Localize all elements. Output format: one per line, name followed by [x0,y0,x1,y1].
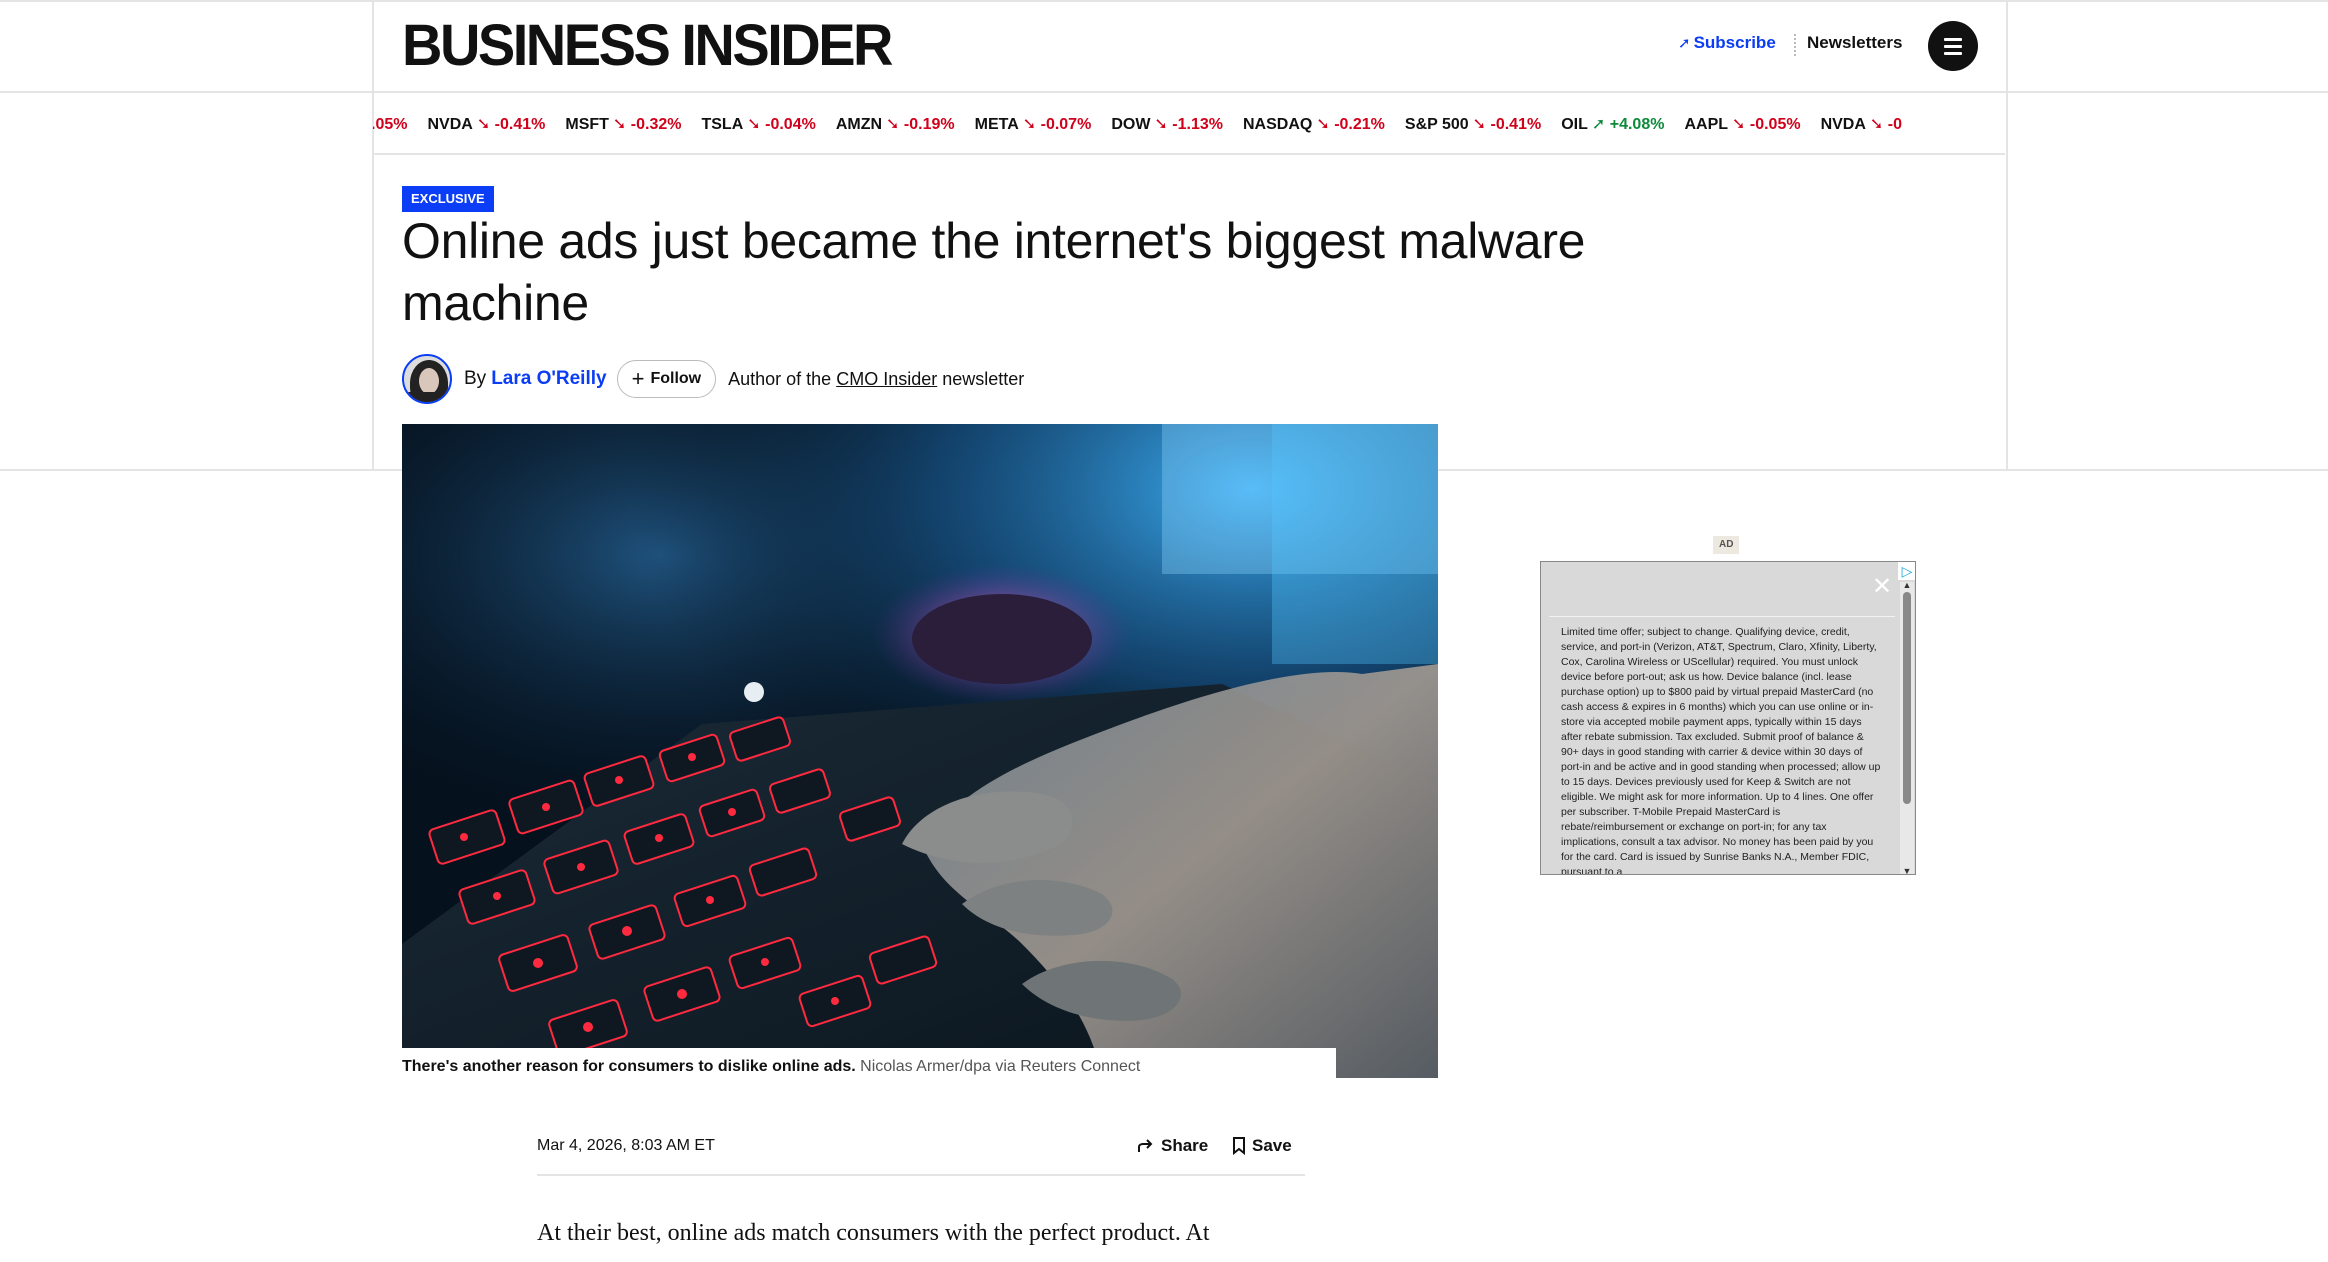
ticker-symbol: DOW [1111,116,1151,133]
ticker-item[interactable]: OIL ➚ +4.08% [1561,114,1664,134]
publish-date: Mar 4, 2026, 8:03 AM ET [537,1137,715,1154]
close-icon[interactable]: ✕ [1869,574,1895,600]
newsletters-link[interactable]: Newsletters [1807,33,1902,53]
ticker-symbol: S&P 500 [1404,116,1469,133]
ticker-item[interactable]: NVDA ➘ -0.41% [427,114,545,134]
author-desc-suffix: newsletter [942,368,1025,389]
arrow-down-icon: ➘ [1154,116,1173,133]
ticker-item[interactable]: .05% [373,116,407,134]
ticker-symbol: MSFT [565,116,609,133]
ticker-change: -0.41% [494,116,546,133]
ticker-change: -0.05% [1749,116,1801,133]
scroll-thumb[interactable] [1903,592,1911,804]
exclusive-badge: EXCLUSIVE [402,186,494,212]
arrow-down-icon: ➘ [1316,116,1335,133]
arrow-up-right-icon: ➚ [1678,35,1691,52]
arrow-down-icon: ➘ [1869,116,1888,133]
caption-text: There's another reason for consumers to … [402,1058,856,1075]
article-body-first-line: At their best, online ads match consumer… [537,1220,1210,1246]
subscribe-link[interactable]: ➚ Subscribe [1678,33,1776,53]
menu-button[interactable] [1928,21,1978,71]
ticker-symbol: OIL [1561,116,1588,133]
ad-unit[interactable]: ✕ ▷ Limited time offer; subject to chang… [1540,561,1916,875]
meta-divider [537,1174,1305,1176]
photo-credit: Nicolas Armer/dpa via Reuters Connect [860,1058,1141,1075]
author-description: Author of the CMO Insider newsletter [728,369,1024,390]
avatar-face [419,368,439,394]
ticker-symbol: AMZN [835,116,883,133]
bookmark-icon [1233,1137,1245,1155]
arrow-down-icon: ➘ [1022,116,1041,133]
scroll-up-icon[interactable]: ▲ [1902,580,1912,590]
ad-scrollbar[interactable]: ▲ ▼ [1900,580,1914,874]
ticker-item[interactable]: MSFT ➘ -0.32% [565,114,681,134]
arrow-down-icon: ➘ [612,116,631,133]
byline-by: By [464,368,487,389]
share-label: Share [1161,1136,1209,1155]
ticker-symbol: AAPL [1684,116,1729,133]
ad-choices-icon[interactable]: ▷ [1898,562,1915,580]
ticker-change: -0.19% [903,116,955,133]
ticker-change: .05% [373,116,408,133]
ticker-item[interactable]: NASDAQ ➘ -0.21% [1243,114,1385,134]
follow-label: Follow [650,370,702,387]
ticker-symbol: TSLA [701,116,744,133]
arrow-down-icon: ➘ [747,116,766,133]
arrow-down-icon: ➘ [1472,116,1491,133]
plus-icon: + [631,366,645,391]
ticker-item[interactable]: DOW ➘ -1.13% [1111,114,1223,134]
ad-fine-print: Limited time offer; subject to change. Q… [1549,616,1895,874]
arrow-down-icon: ➘ [886,116,904,133]
ticker-symbol: META [974,116,1019,133]
layout-divider-left [372,0,374,470]
ticker-change: -0 [1887,116,1903,133]
ticker-symbol: NVDA [427,116,473,133]
author-avatar[interactable] [402,354,452,404]
avatar-shoulders [404,392,450,402]
hamburger-menu-icon-line [1944,44,1962,48]
share-icon [1138,1139,1153,1152]
arrow-down-icon: ➘ [1732,116,1750,133]
follow-author-button[interactable]: + Follow [616,360,717,398]
ticker-change: -0.07% [1040,116,1092,133]
ticker-change: -0.41% [1490,116,1542,133]
save-button[interactable]: Save [1232,1136,1292,1156]
header-separator [1794,34,1796,56]
hamburger-menu-icon [1944,37,1962,41]
author-name-link[interactable]: Lara O'Reilly [491,368,606,390]
ticker-item[interactable]: AMZN ➘ -0.19% [836,114,955,134]
ticker-item[interactable]: AAPL ➘ -0.05% [1684,114,1800,134]
ticker-change: +4.08% [1609,116,1665,133]
scroll-down-icon[interactable]: ▼ [1902,866,1912,874]
ticker-change: -1.13% [1172,116,1223,133]
keyboard-photo [402,424,1438,1078]
site-logo[interactable]: BUSINESS INSIDER [402,10,894,78]
ticker-change: -0.21% [1334,116,1385,133]
share-button[interactable]: Share [1137,1136,1208,1156]
ticker-symbol: NVDA [1820,116,1866,133]
arrow-down-icon: ➘ [476,116,495,133]
ticker-symbol: NASDAQ [1242,116,1313,133]
byline: By Lara O'Reilly + Follow Author of the … [402,353,1024,405]
newsletter-link[interactable]: CMO Insider [836,369,937,389]
save-label: Save [1252,1136,1292,1155]
ad-label: AD [1713,536,1740,554]
ticker-item[interactable]: S&P 500 ➘ -0.41% [1405,114,1541,134]
subscribe-label: Subscribe [1693,33,1776,52]
image-caption: There's another reason for consumers to … [402,1058,1140,1076]
article-headline: Online ads just became the internet's bi… [402,213,1586,331]
site-header [0,0,2328,93]
market-ticker: .05% NVDA ➘ -0.41% MSFT ➘ -0.32% TSLA ➘ -0.04%… [373,95,2005,155]
ticker-item[interactable]: TSLA ➘ -0.04% [701,114,815,134]
arrow-up-icon: ➚ [1591,116,1610,133]
ticker-item[interactable]: META ➘ -0.07% [975,114,1092,134]
ticker-change: -0.32% [630,116,682,133]
ticker-change: -0.04% [765,116,816,133]
ticker-track: .05% NVDA ➘ -0.41% MSFT ➘ -0.32% TSLA ➘ -0.04%… [373,114,1922,134]
ticker-item[interactable]: NVDA ➘ -0 [1821,114,1902,134]
hero-image [402,424,1438,1078]
author-desc-prefix: Author of the [728,368,832,389]
layout-divider-right [2006,0,2008,470]
hamburger-menu-icon-line [1944,51,1962,55]
